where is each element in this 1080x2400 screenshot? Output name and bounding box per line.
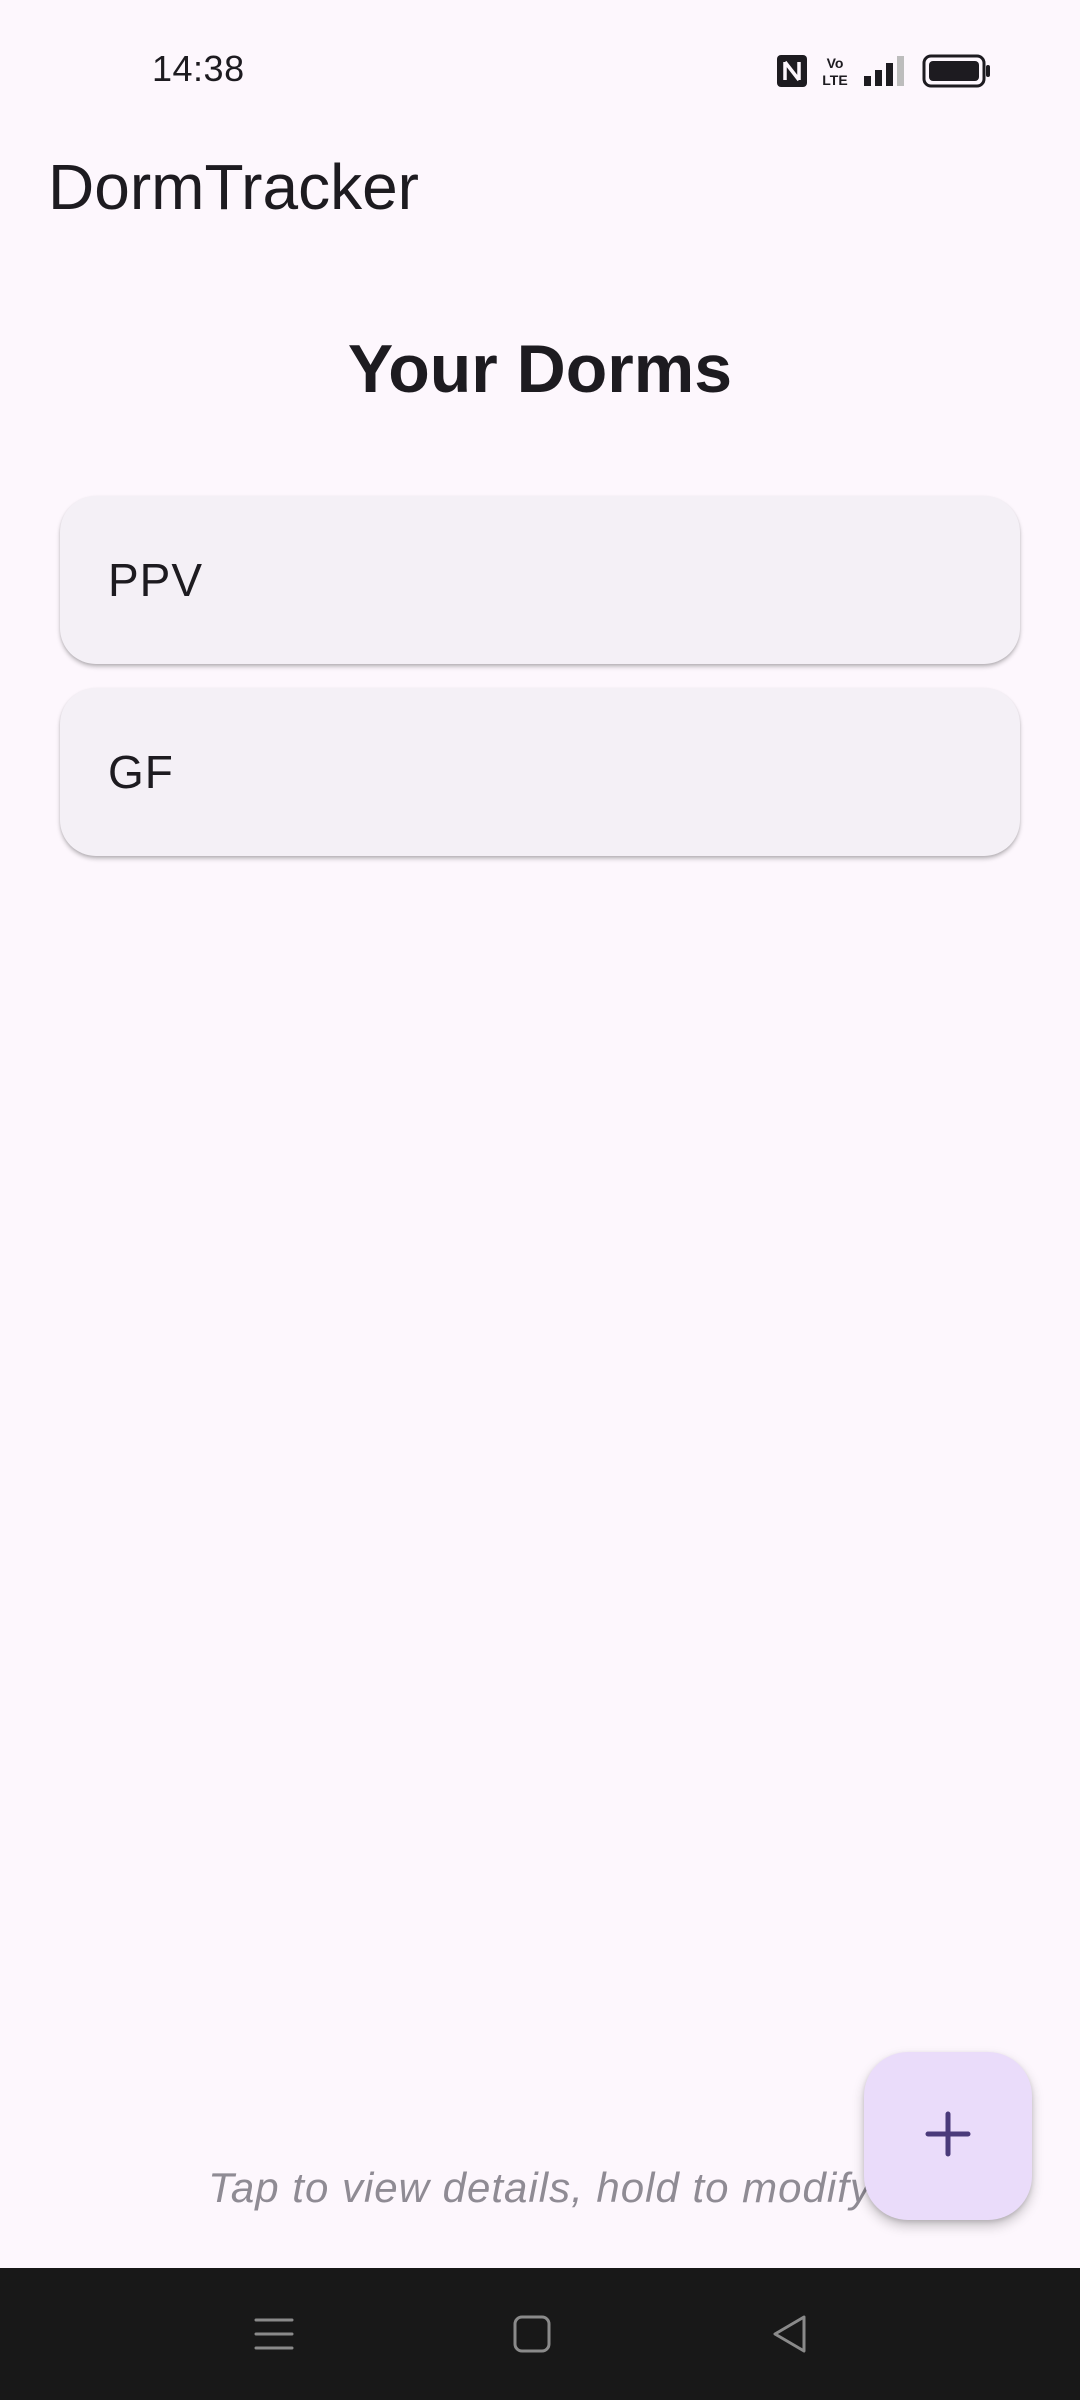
signal-icon: [862, 54, 908, 88]
page-heading: Your Dorms: [347, 331, 733, 407]
nfc-icon: [776, 54, 808, 88]
add-dorm-button[interactable]: [864, 2052, 1032, 2220]
status-icons: Vo LTE: [776, 54, 992, 88]
home-button[interactable]: [504, 2308, 560, 2364]
volte-icon: Vo LTE: [822, 54, 848, 88]
dorm-list: PPV GF: [60, 496, 1020, 856]
volte-text-top: Vo: [827, 55, 844, 71]
dorm-card-label: PPV: [108, 554, 204, 606]
back-icon: [770, 2314, 810, 2359]
back-button[interactable]: [762, 2308, 818, 2364]
home-icon: [512, 2314, 552, 2359]
app-title: DormTracker: [48, 151, 419, 223]
status-bar: 14:38 Vo LTE: [0, 0, 1080, 140]
plus-icon: [924, 2110, 972, 2163]
battery-icon: [922, 54, 992, 88]
volte-text-bottom: LTE: [822, 72, 847, 88]
recents-button[interactable]: [246, 2308, 302, 2364]
dorm-card-label: GF: [108, 746, 174, 798]
system-nav-bar: [0, 2268, 1080, 2400]
menu-icon: [254, 2314, 294, 2359]
status-time: 14:38: [152, 48, 245, 89]
dorm-card-ppv[interactable]: PPV: [60, 496, 1020, 664]
dorm-card-gf[interactable]: GF: [60, 688, 1020, 856]
